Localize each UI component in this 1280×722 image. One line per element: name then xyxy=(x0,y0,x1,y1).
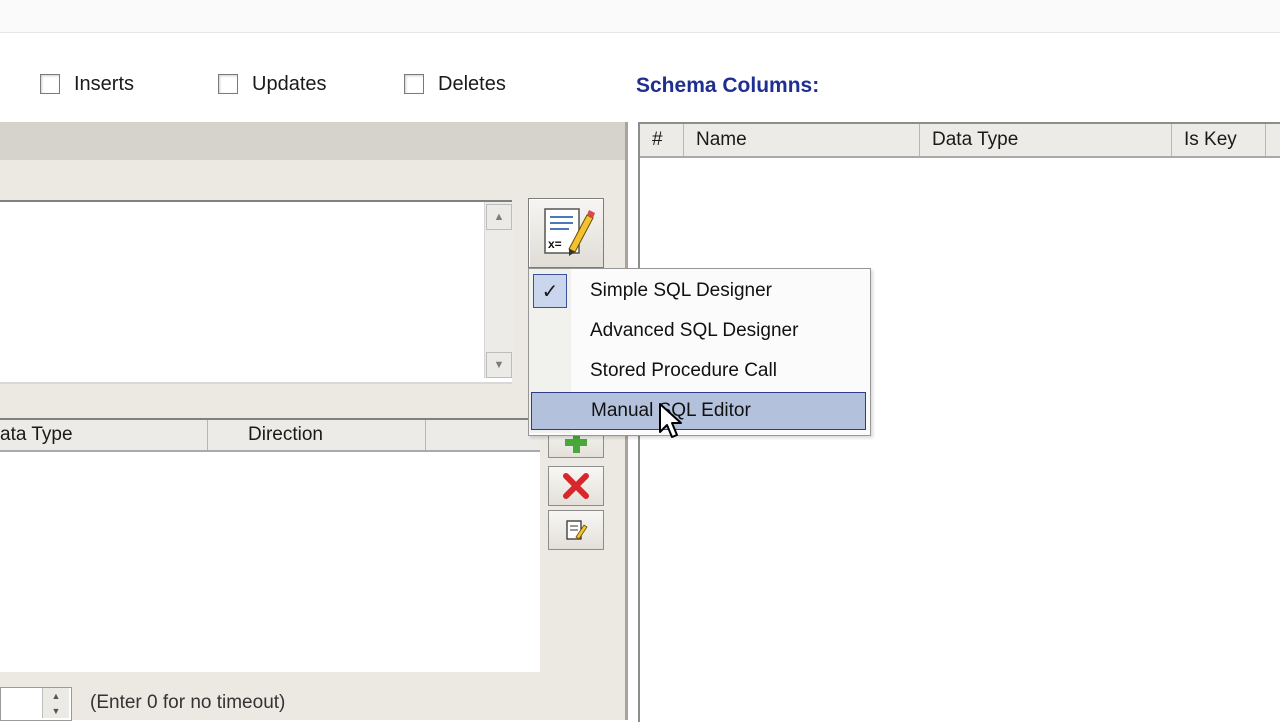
parameters-grid[interactable] xyxy=(0,418,540,672)
updates-label: Updates xyxy=(252,72,327,95)
param-col-empty[interactable] xyxy=(426,420,540,450)
deletes-label: Deletes xyxy=(438,72,506,95)
scroll-up-icon[interactable]: ▲ xyxy=(486,204,512,230)
edit-parameter-button[interactable] xyxy=(548,510,604,550)
sql-editor-button[interactable]: x= xyxy=(528,198,604,268)
sql-editor-pencil-icon: x= xyxy=(544,208,595,256)
updates-checkbox-row[interactable]: Updates xyxy=(218,70,327,98)
timeout-hint: (Enter 0 for no timeout) xyxy=(90,692,286,713)
query-group-header xyxy=(0,122,625,160)
menu-item-simple-sql-designer[interactable]: Simple SQL Designer xyxy=(529,272,868,310)
schema-col-datatype[interactable]: Data Type xyxy=(920,124,1172,156)
red-x-icon xyxy=(563,473,589,499)
inserts-checkbox[interactable] xyxy=(40,74,60,94)
edit-note-icon xyxy=(566,520,588,540)
deletes-checkbox-row[interactable]: Deletes xyxy=(404,70,506,98)
param-col-direction[interactable]: Direction xyxy=(208,420,426,450)
menu-item-manual-sql-editor[interactable]: Manual SQL Editor xyxy=(531,392,866,430)
mouse-pointer-icon xyxy=(659,403,682,438)
schema-col-name[interactable]: Name xyxy=(684,124,920,156)
parameters-header: ata Type Direction xyxy=(0,420,540,452)
top-strip xyxy=(0,0,1280,33)
svg-text:x=: x= xyxy=(548,237,562,251)
menu-item-advanced-sql-designer[interactable]: Advanced SQL Designer xyxy=(529,312,868,350)
updates-checkbox[interactable] xyxy=(218,74,238,94)
inserts-label: Inserts xyxy=(74,72,135,95)
spin-up-icon[interactable]: ▲ xyxy=(42,688,69,703)
sql-text-area[interactable] xyxy=(0,200,512,384)
schema-col-index[interactable]: # xyxy=(640,124,684,156)
schema-columns-header: # Name Data Type Is Key xyxy=(640,124,1280,158)
scroll-down-icon[interactable]: ▼ xyxy=(486,352,512,378)
deletes-checkbox[interactable] xyxy=(404,74,424,94)
schema-col-iskey[interactable]: Is Key xyxy=(1172,124,1266,156)
schema-columns-title: Schema Columns: xyxy=(636,74,820,97)
param-col-datatype[interactable]: ata Type xyxy=(0,420,208,450)
menu-item-stored-procedure-call[interactable]: Stored Procedure Call xyxy=(529,352,868,390)
inserts-checkbox-row[interactable]: Inserts xyxy=(40,70,134,98)
delete-parameter-button[interactable] xyxy=(548,466,604,506)
spin-down-icon[interactable]: ▼ xyxy=(42,703,69,718)
